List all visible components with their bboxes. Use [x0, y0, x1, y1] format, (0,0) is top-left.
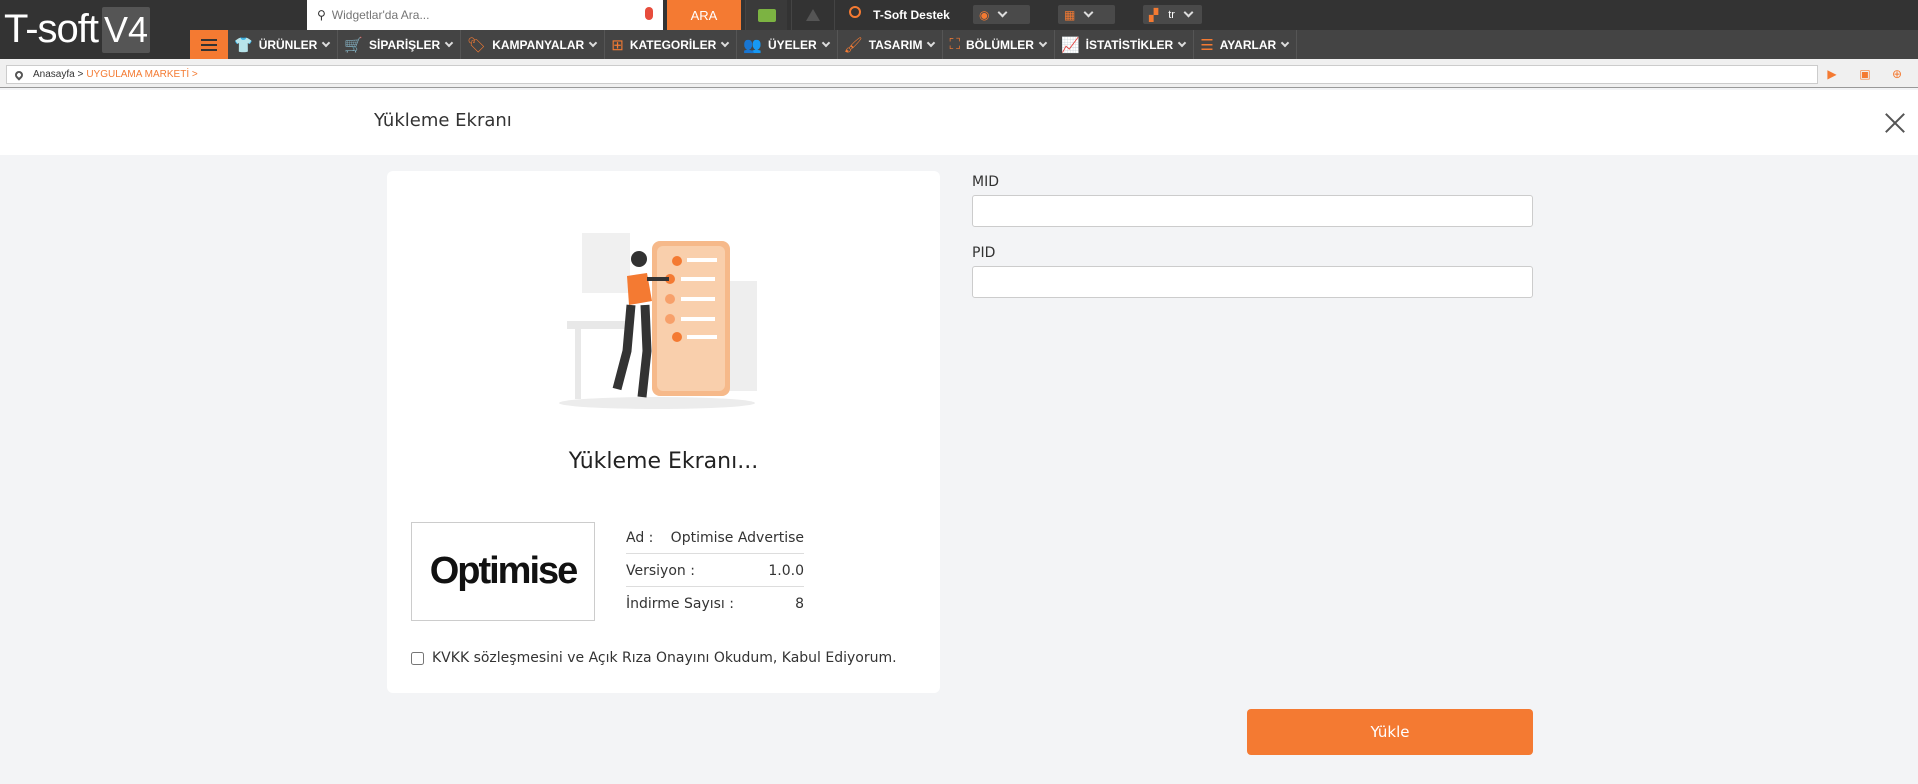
chevron-down-icon	[1280, 38, 1290, 47]
sitemap-icon: ⊞	[611, 36, 624, 54]
language-dropdown[interactable]: ▞ tr	[1143, 5, 1202, 24]
consent-text: KVKK sözleşmesini ve Açık Rıza Onayını O…	[432, 650, 897, 666]
user-icon	[849, 6, 862, 18]
consent-checkbox[interactable]	[411, 651, 424, 665]
users-icon: 👥	[743, 36, 762, 54]
nav-item-campaigns[interactable]: 🏷 KAMPANYALAR	[461, 30, 606, 59]
name-value: Optimise Advertise	[670, 529, 804, 546]
nav-item-products[interactable]: 👕 ÜRÜNLER	[228, 30, 339, 59]
chart-icon: 📈	[1060, 36, 1080, 54]
brand-logo-text: Optimise	[429, 550, 579, 592]
bookmark-icon[interactable]: ▣	[1857, 66, 1873, 82]
info-row-downloads: İndirme Sayısı : 8	[626, 588, 804, 620]
widget-search-input[interactable]	[331, 8, 632, 22]
chevron-down-icon	[1083, 7, 1094, 18]
chevron-down-icon	[1038, 38, 1048, 47]
apps-dropdown[interactable]: ▦	[1058, 5, 1115, 24]
nav-label: TASARIM	[868, 37, 923, 52]
chevron-down-icon	[998, 7, 1008, 18]
nav-item-sections[interactable]: ⛶ BÖLÜMLER	[943, 30, 1055, 59]
modal-title: Yükleme Ekranı	[374, 110, 512, 131]
card-subtitle: Yükleme Ekranı...	[568, 449, 759, 474]
close-icon[interactable]	[1884, 112, 1906, 134]
nav-label: BÖLÜMLER	[965, 37, 1034, 52]
tsoft-logo[interactable]: T-soft V4	[0, 0, 190, 59]
nav-label: KATEGORİLER	[629, 37, 717, 52]
widget-search: ⚲	[307, 0, 663, 30]
warning-icon	[805, 9, 820, 21]
breadcrumb-bar: Anasayfa > UYGULAMA MARKETİ > ▶ ▣ ⊕	[0, 59, 1918, 88]
chevron-down-icon	[821, 38, 830, 47]
messages-button[interactable]	[745, 0, 787, 30]
search-button[interactable]: ARA	[667, 0, 741, 30]
grid-icon: ▦	[1064, 7, 1076, 22]
downloads-label: İndirme Sayısı :	[626, 596, 734, 612]
brush-icon: 🖌	[843, 36, 863, 54]
name-label: Ad :	[626, 529, 654, 546]
chevron-down-icon	[322, 38, 331, 47]
breadcrumb: Anasayfa > UYGULAMA MARKETİ >	[6, 65, 1818, 84]
settings-list-icon: ☰	[1200, 36, 1214, 54]
installation-illustration	[559, 233, 757, 409]
chevron-down-icon	[588, 38, 598, 47]
eye-icon: ◉	[979, 7, 990, 22]
info-row-name: Ad : Optimise Advertise	[626, 522, 804, 554]
top-bar: ⚲ ARA T-Soft Destek ◉ ▦ ▞ tr	[0, 0, 1918, 30]
sitemap-tool-icon[interactable]: ⊕	[1889, 66, 1905, 82]
chevron-down-icon	[1177, 38, 1187, 47]
info-row-version: Versiyon : 1.0.0	[626, 555, 804, 587]
chevron-down-icon	[1183, 7, 1194, 18]
nav-label: SİPARİŞLER	[369, 37, 441, 52]
chevron-down-icon	[444, 38, 454, 47]
app-info-card: Yükleme Ekranı... Optimise Ad : Optimise…	[387, 171, 940, 693]
consent-row[interactable]: KVKK sözleşmesini ve Açık Rıza Onayını O…	[411, 650, 897, 666]
app-root: ⚲ ARA T-Soft Destek ◉ ▦ ▞ tr T-soft V4	[0, 0, 1918, 784]
search-icon: ⚲	[317, 8, 326, 22]
nav-item-members[interactable]: 👥 ÜYELER	[737, 30, 838, 59]
mid-label: MID	[972, 174, 999, 190]
nav-label: AYARLAR	[1219, 37, 1277, 52]
tag-icon: 🏷	[467, 36, 487, 54]
language-value: tr	[1168, 8, 1175, 21]
nav-item-statistics[interactable]: 📈 İSTATİSTİKLER	[1055, 30, 1195, 59]
pid-input[interactable]	[972, 266, 1533, 298]
chevron-down-icon	[927, 38, 936, 47]
logo-text: T-soft	[4, 7, 99, 51]
play-icon[interactable]: ▶	[1824, 66, 1840, 82]
nav-item-categories[interactable]: ⊞ KATEGORİLER	[605, 30, 738, 59]
alerts-button[interactable]	[791, 0, 833, 30]
app-logo: Optimise	[411, 522, 595, 621]
mid-input[interactable]	[972, 195, 1533, 227]
chevron-down-icon	[721, 38, 730, 47]
downloads-value: 8	[795, 596, 804, 612]
support-user[interactable]: T-Soft Destek	[834, 0, 964, 30]
breadcrumb-current-link[interactable]: UYGULAMA MARKETİ >	[86, 69, 197, 80]
visibility-dropdown[interactable]: ◉	[973, 5, 1030, 24]
nav-label: İSTATİSTİKLER	[1085, 37, 1174, 52]
microphone-icon[interactable]	[645, 7, 653, 20]
hierarchy-icon: ⛶	[949, 36, 960, 53]
support-label: T-Soft Destek	[873, 8, 950, 22]
nav-item-design[interactable]: 🖌 TASARIM	[838, 30, 944, 59]
language-icon: ▞	[1149, 7, 1159, 22]
main-nav: 👕 ÜRÜNLER 🛒 SİPARİŞLER 🏷 KAMPANYALAR ⊞ KATEG…	[190, 30, 1918, 59]
nav-label: ÜRÜNLER	[258, 37, 318, 52]
nav-label: KAMPANYALAR	[492, 37, 585, 52]
nav-item-orders[interactable]: 🛒 SİPARİŞLER	[338, 30, 462, 59]
nav-label: ÜYELER	[767, 37, 817, 52]
version-label: Versiyon :	[626, 562, 695, 579]
cart-icon: 🛒	[344, 36, 364, 54]
nav-item-settings[interactable]: ☰ AYARLAR	[1194, 30, 1298, 59]
install-button[interactable]: Yükle	[1247, 709, 1533, 755]
menu-toggle-button[interactable]	[190, 30, 228, 59]
pid-label: PID	[972, 245, 996, 261]
version-value: 1.0.0	[768, 562, 804, 579]
shirt-icon: 👕	[234, 36, 253, 54]
modal-header: Yükleme Ekranı	[0, 90, 1918, 155]
chat-icon	[757, 8, 776, 22]
location-pin-icon	[13, 68, 25, 81]
breadcrumb-home-link[interactable]: Anasayfa >	[33, 69, 83, 80]
logo-version-badge: V4	[102, 6, 151, 53]
